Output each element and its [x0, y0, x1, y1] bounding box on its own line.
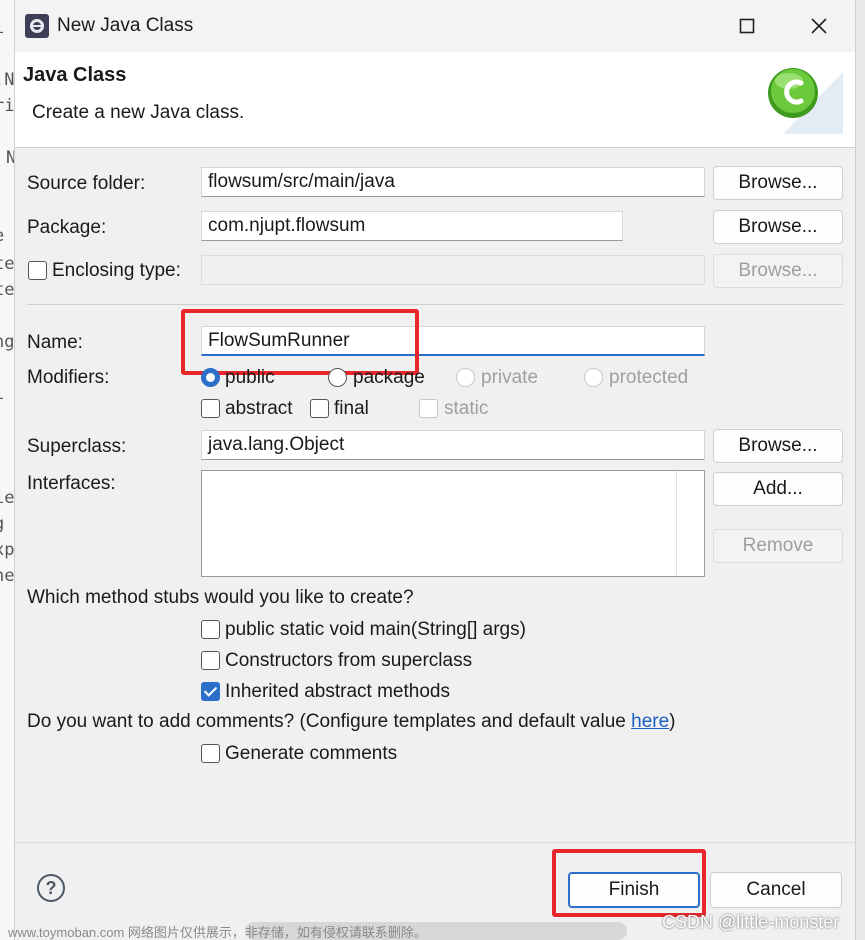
new-java-class-dialog: New Java Class Java Class Create a new J… — [14, 0, 856, 940]
close-button[interactable] — [791, 8, 847, 44]
background-code-fragment: ne — [0, 566, 15, 586]
main-stub-checkbox[interactable] — [201, 620, 220, 639]
background-right-edge — [855, 0, 865, 940]
main-stub-label: public static void main(String[] args) — [225, 619, 526, 640]
abstract-label: abstract — [225, 398, 293, 419]
maximize-button[interactable] — [719, 8, 775, 44]
background-code-fragment: ri — [0, 96, 15, 116]
abstract-checkbox[interactable] — [201, 399, 220, 418]
background-code-fragment: te — [0, 280, 15, 300]
wizard-heading: Java Class — [23, 64, 127, 86]
package-label: Package: — [27, 217, 107, 238]
private-radio — [456, 368, 475, 387]
background-code-fragment: e — [0, 226, 4, 246]
wizard-banner: Java Class Create a new Java class. — [15, 52, 855, 148]
help-icon[interactable]: ? — [37, 874, 65, 902]
interfaces-list[interactable] — [201, 470, 705, 577]
package-field[interactable]: com.njupt.flowsum — [201, 211, 623, 241]
background-code-fragment: ng — [0, 332, 15, 352]
wizard-description: Create a new Java class. — [32, 102, 245, 123]
java-class-icon — [763, 62, 843, 134]
constructors-stub-checkbox[interactable] — [201, 651, 220, 670]
background-code-fragment: i — [0, 384, 4, 404]
window-title: New Java Class — [57, 15, 194, 36]
background-code-fragment: ie — [0, 488, 15, 508]
configure-templates-link[interactable]: here — [631, 711, 669, 732]
watermark-left: www.toymoban.com 网络图片仅供展示，非存储，如有侵权请联系删除。 — [8, 925, 427, 940]
browse-enclosing-type-button: Browse... — [713, 254, 843, 288]
superclass-label: Superclass: — [27, 436, 127, 457]
package-radio[interactable] — [328, 368, 347, 387]
watermark-right: CSDN @little-monster — [662, 912, 840, 932]
inherited-stub-label: Inherited abstract methods — [225, 681, 450, 702]
protected-radio — [584, 368, 603, 387]
public-label: public — [225, 367, 275, 388]
superclass-field[interactable]: java.lang.Object — [201, 430, 705, 460]
enclosing-type-checkbox[interactable] — [28, 261, 47, 280]
eclipse-icon — [25, 14, 49, 38]
constructors-stub-label: Constructors from superclass — [225, 650, 473, 671]
background-code-fragment: xp — [0, 540, 15, 560]
comments-question: Do you want to add comments? (Configure … — [27, 711, 675, 733]
add-interface-button[interactable]: Add... — [713, 472, 843, 506]
browse-source-folder-button[interactable]: Browse... — [713, 166, 843, 200]
enclosing-type-label: Enclosing type: — [52, 260, 181, 281]
inherited-stub-checkbox[interactable] — [201, 682, 220, 701]
modifiers-label: Modifiers: — [27, 367, 110, 388]
interfaces-label: Interfaces: — [27, 473, 116, 494]
remove-interface-button: Remove — [713, 529, 843, 563]
title-bar: New Java Class — [15, 0, 855, 52]
final-checkbox[interactable] — [310, 399, 329, 418]
minimize-button[interactable] — [661, 8, 717, 44]
source-folder-label: Source folder: — [27, 173, 146, 194]
comments-question-close: ) — [669, 711, 676, 732]
red-highlight-box-finish — [552, 849, 706, 917]
static-checkbox — [419, 399, 438, 418]
background-code-fragment: .N — [0, 70, 15, 90]
protected-label: protected — [609, 367, 689, 388]
red-highlight-box-name — [181, 309, 419, 375]
stubs-question: Which method stubs would you like to cre… — [27, 587, 414, 608]
static-label: static — [444, 398, 489, 419]
comments-question-text: Do you want to add comments? (Configure … — [27, 711, 632, 732]
private-label: private — [481, 367, 539, 388]
interfaces-list-scrollbar[interactable] — [676, 471, 704, 576]
background-code-fragment: i — [0, 18, 4, 38]
generate-comments-label: Generate comments — [225, 743, 398, 764]
public-radio[interactable] — [201, 368, 220, 387]
final-label: final — [334, 398, 369, 419]
source-folder-field[interactable]: flowsum/src/main/java — [201, 167, 705, 197]
background-code-fragment: g — [0, 514, 4, 534]
footer-divider — [15, 842, 855, 843]
package-radio-label: package — [353, 367, 425, 388]
cancel-button[interactable]: Cancel — [710, 872, 842, 908]
name-label: Name: — [27, 332, 83, 353]
enclosing-type-field — [201, 255, 705, 285]
browse-package-button[interactable]: Browse... — [713, 210, 843, 244]
background-code-fragment: te — [0, 254, 15, 274]
browse-superclass-button[interactable]: Browse... — [713, 429, 843, 463]
separator — [27, 304, 843, 305]
generate-comments-checkbox[interactable] — [201, 744, 220, 763]
